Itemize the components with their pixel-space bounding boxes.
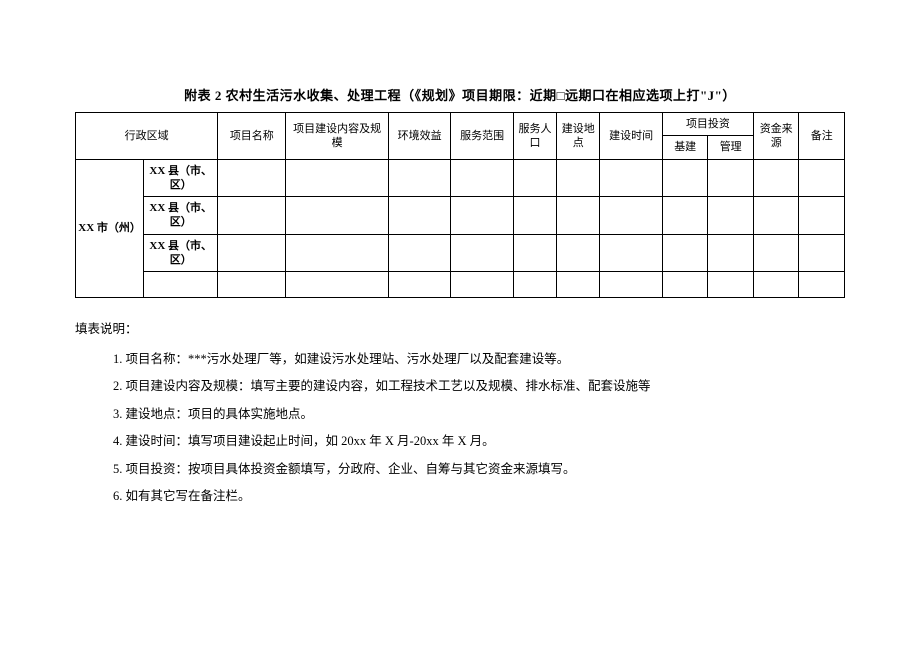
empty-cell: [662, 272, 708, 298]
table-title: 附表 2 农村生活污水收集、处理工程（《规划》项目期限：近期□远期口在相应选项上…: [75, 85, 845, 104]
header-invest-sub2: 管理: [708, 136, 754, 159]
empty-cell: [451, 272, 514, 298]
empty-cell: [388, 234, 451, 272]
instruction-item: 6. 如有其它写在备注栏。: [113, 483, 845, 511]
empty-cell: [557, 234, 600, 272]
empty-cell: [513, 272, 556, 298]
empty-cell: [513, 159, 556, 197]
empty-cell: [286, 159, 388, 197]
header-env-benefit: 环境效益: [388, 113, 451, 160]
empty-cell: [600, 197, 663, 235]
empty-cell: [600, 234, 663, 272]
empty-cell: [218, 197, 286, 235]
empty-cell: [708, 197, 754, 235]
empty-cell: [799, 272, 845, 298]
table-row: XX 县（市、区）: [76, 197, 845, 235]
empty-cell: [753, 234, 799, 272]
empty-cell: [799, 197, 845, 235]
county-cell: XX 县（市、区）: [144, 234, 218, 272]
empty-cell: [708, 234, 754, 272]
header-build-time: 建设时间: [600, 113, 663, 160]
empty-cell: [388, 197, 451, 235]
empty-cell: [451, 159, 514, 197]
header-invest-sub1: 基建: [662, 136, 708, 159]
empty-cell: [753, 272, 799, 298]
empty-cell: [513, 234, 556, 272]
empty-cell: [753, 159, 799, 197]
empty-cell: [662, 234, 708, 272]
header-fund-source: 资金来源: [753, 113, 799, 160]
empty-cell: [513, 197, 556, 235]
empty-cell: [708, 159, 754, 197]
empty-cell: [708, 272, 754, 298]
instruction-item: 1. 项目名称：***污水处理厂等，如建设污水处理站、污水处理厂以及配套建设等。: [113, 346, 845, 374]
header-service-scope: 服务范围: [451, 113, 514, 160]
empty-cell: [600, 272, 663, 298]
empty-cell: [557, 272, 600, 298]
header-investment: 项目投资: [662, 113, 753, 136]
instruction-item: 4. 建设时间：填写项目建设起止时间，如 20xx 年 X 月-20xx 年 X…: [113, 428, 845, 456]
empty-cell: [799, 159, 845, 197]
header-region: 行政区域: [76, 113, 218, 160]
header-project-name: 项目名称: [218, 113, 286, 160]
header-project-content: 项目建设内容及规模: [286, 113, 388, 160]
empty-cell: [600, 159, 663, 197]
empty-cell: [451, 234, 514, 272]
empty-cell: [557, 159, 600, 197]
instruction-item: 2. 项目建设内容及规模：填写主要的建设内容，如工程技术工艺以及规模、排水标准、…: [113, 373, 845, 401]
empty-cell: [144, 272, 218, 298]
table-row: [76, 272, 845, 298]
empty-cell: [286, 272, 388, 298]
empty-cell: [218, 159, 286, 197]
empty-cell: [799, 234, 845, 272]
empty-cell: [388, 159, 451, 197]
table-row: XX 县（市、区）: [76, 234, 845, 272]
empty-cell: [218, 272, 286, 298]
header-remark: 备注: [799, 113, 845, 160]
table-row: XX 市（州） XX 县（市、区）: [76, 159, 845, 197]
empty-cell: [451, 197, 514, 235]
header-build-loc: 建设地点: [557, 113, 600, 160]
empty-cell: [286, 197, 388, 235]
empty-cell: [388, 272, 451, 298]
city-cell: XX 市（州）: [76, 159, 144, 298]
instructions-block: 填表说明： 1. 项目名称：***污水处理厂等，如建设污水处理站、污水处理厂以及…: [75, 316, 845, 511]
empty-cell: [753, 197, 799, 235]
header-service-pop: 服务人口: [513, 113, 556, 160]
county-cell: XX 县（市、区）: [144, 197, 218, 235]
empty-cell: [286, 234, 388, 272]
empty-cell: [218, 234, 286, 272]
empty-cell: [662, 159, 708, 197]
county-cell: XX 县（市、区）: [144, 159, 218, 197]
instruction-item: 3. 建设地点：项目的具体实施地点。: [113, 401, 845, 429]
instructions-heading: 填表说明：: [75, 316, 845, 344]
instruction-item: 5. 项目投资：按项目具体投资金额填写，分政府、企业、自筹与其它资金来源填写。: [113, 456, 845, 484]
empty-cell: [557, 197, 600, 235]
empty-cell: [662, 197, 708, 235]
form-table: 行政区域 项目名称 项目建设内容及规模 环境效益 服务范围 服务人口 建设地点 …: [75, 112, 845, 298]
